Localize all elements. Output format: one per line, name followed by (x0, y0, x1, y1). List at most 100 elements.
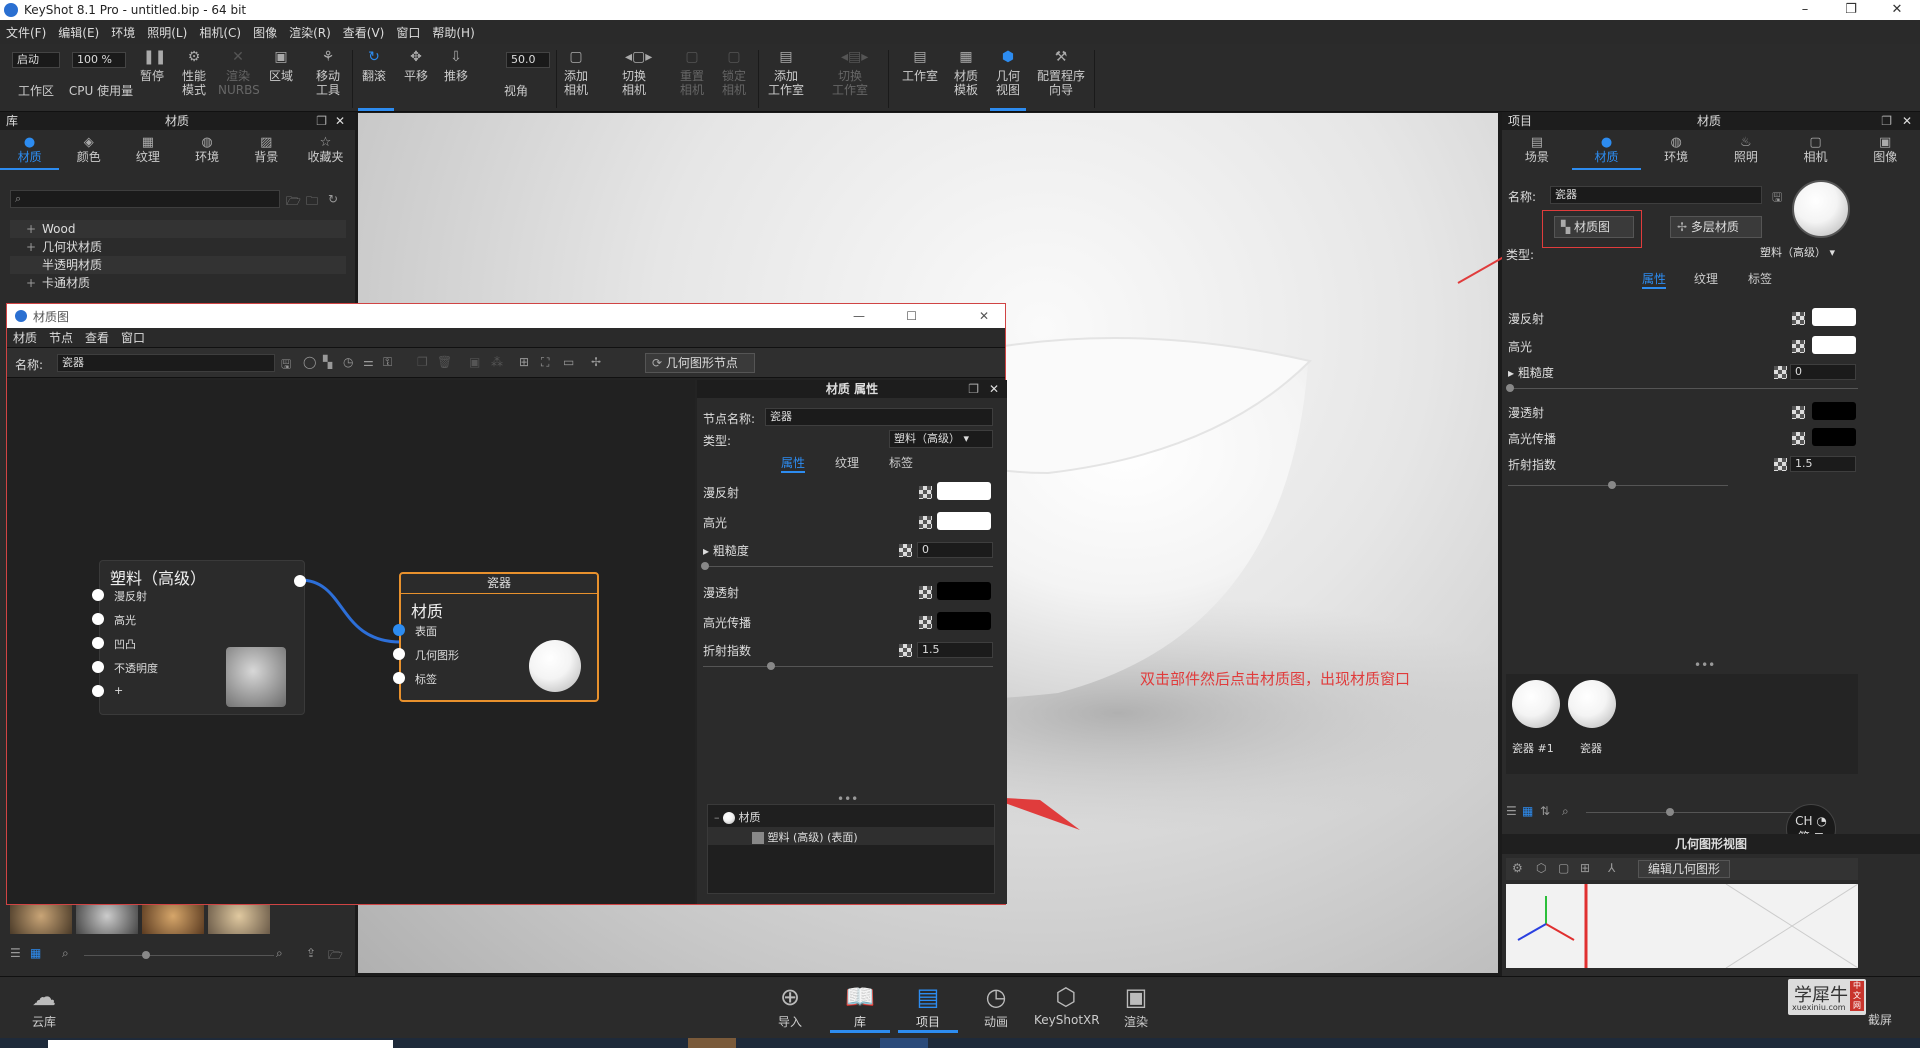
menu-window[interactable]: 窗口 (390, 24, 426, 41)
region-button[interactable]: ▣ 区域 (266, 48, 296, 83)
tree-item-toon[interactable]: + 卡通材质 (10, 274, 346, 292)
list-view-icon[interactable]: ☰ (1506, 804, 1517, 818)
menu-window[interactable]: 窗口 (115, 329, 151, 346)
thumb-size-knob[interactable] (1666, 808, 1674, 816)
save-icon[interactable]: 🖫 (1772, 188, 1782, 209)
texture-map-icon[interactable] (1792, 340, 1805, 353)
minimize-button[interactable]: — (853, 309, 865, 323)
add-camera-button[interactable]: ▢ 添加 相机 (560, 48, 592, 97)
close-button[interactable]: ✕ (979, 309, 989, 323)
axes-icon[interactable]: ⅄ (1608, 861, 1615, 875)
fit-icon[interactable]: ⛶ (541, 355, 549, 370)
switch-studio-button[interactable]: ◂▤▸ 切换 工作室 (828, 48, 872, 97)
actual-size-icon[interactable]: ▭ (563, 355, 574, 369)
specular-color-swatch[interactable] (1812, 336, 1856, 354)
material-thumb[interactable] (142, 904, 204, 934)
maximize-button[interactable]: ☐ (906, 309, 917, 323)
ungroup-icon[interactable]: ⁂ (491, 355, 503, 369)
menu-file[interactable]: 文件(F) (0, 24, 52, 41)
tab-colors[interactable]: ◈ 颜色 (59, 130, 118, 170)
close-panel-icon[interactable]: ✕ (989, 380, 999, 398)
fov-field[interactable]: 50.0 (506, 52, 550, 68)
material-name-input[interactable]: 瓷器 (1550, 186, 1762, 204)
menu-image[interactable]: 图像 (247, 24, 283, 41)
geometry-port[interactable] (393, 648, 405, 660)
specular-transmission-swatch[interactable] (1812, 428, 1856, 446)
refraction-index-field[interactable]: 1.5 (1790, 456, 1856, 472)
refraction-slider[interactable] (703, 666, 993, 667)
menu-node[interactable]: 节点 (43, 329, 79, 346)
tree-root[interactable]: – 材质 (714, 809, 761, 825)
node-name-input[interactable]: 瓷器 (765, 408, 993, 426)
plastic-advanced-node[interactable]: 塑料（高级） 漫反射 高光 凹凸 不透明度 + (92, 560, 306, 715)
diffuse-color-swatch[interactable] (1812, 308, 1856, 326)
material-output-node[interactable]: 瓷器 材质 表面 几何图形 标签 (393, 572, 599, 702)
diffuse-transmission-swatch[interactable] (937, 582, 991, 600)
label-port[interactable] (393, 672, 405, 684)
cube-icon[interactable]: ⬡ (1536, 861, 1546, 875)
lock-icon[interactable]: ⚿ (383, 355, 392, 370)
geometry-view-button[interactable]: ⬢ 几何 视图 (992, 48, 1024, 97)
type-select[interactable]: 塑料（高级） ▾ (1760, 244, 1856, 260)
add-studio-button[interactable]: ▤ 添加 工作室 (764, 48, 808, 97)
subtab-labels[interactable]: 标签 (889, 454, 913, 471)
tab-scene[interactable]: ▤ 场景 (1502, 130, 1572, 170)
texture-map-icon[interactable] (1792, 432, 1805, 445)
texture-map-icon[interactable] (919, 516, 932, 529)
float-panel-icon[interactable]: ❐ (968, 380, 979, 398)
diffuse-color-swatch[interactable] (937, 482, 991, 500)
roughness-knob[interactable] (701, 562, 709, 570)
dolly-button[interactable]: ⇩ 推移 (442, 48, 470, 83)
render-button[interactable]: ▣ 渲染 (1106, 983, 1166, 1030)
screenshot-button[interactable]: 截屏 (1850, 1011, 1910, 1031)
close-panel-icon[interactable]: ✕ (1902, 112, 1912, 130)
refraction-index-field[interactable]: 1.5 (917, 642, 993, 658)
specular-color-swatch[interactable] (937, 512, 991, 530)
roughness-slider[interactable] (1508, 388, 1858, 389)
pause-button[interactable]: ❚❚ 暂停 (138, 48, 166, 83)
menu-edit[interactable]: 编辑(E) (52, 24, 105, 41)
performance-mode-button[interactable]: ⚙ 性能 模式 (176, 48, 212, 97)
refraction-knob[interactable] (1608, 481, 1616, 489)
settings-icon[interactable]: ⚙ (1512, 861, 1523, 875)
texture-map-icon[interactable] (1774, 458, 1787, 471)
surface-port[interactable] (393, 624, 405, 636)
menu-render[interactable]: 渲染(R) (283, 24, 337, 41)
library-button[interactable]: 📖 库 (830, 983, 890, 1033)
pin-icon[interactable]: ✢ (591, 355, 601, 369)
import-button[interactable]: ⊕ 导入 (760, 983, 820, 1030)
menu-help[interactable]: 帮助(H) (426, 24, 480, 41)
tree-item-wood[interactable]: + Wood (10, 220, 346, 238)
taskbar-app[interactable] (880, 1038, 928, 1048)
group-icon[interactable]: ▣ (469, 355, 480, 369)
tumble-button[interactable]: ↻ 翻滚 (358, 48, 390, 83)
roughness-knob[interactable] (1506, 384, 1514, 392)
move-tool-button[interactable]: ⚘ 移动 工具 (312, 48, 344, 97)
roughness-slider[interactable] (703, 566, 993, 567)
tab-environment[interactable]: ◍ 环境 (1641, 130, 1711, 170)
texture-map-icon[interactable] (1792, 406, 1805, 419)
minimize-button[interactable]: – (1782, 0, 1828, 20)
tab-materials[interactable]: ● 材质 (0, 130, 60, 170)
roughness-field[interactable]: 0 (1790, 364, 1856, 380)
float-panel-icon[interactable]: ❐ (316, 112, 327, 130)
folder-icon[interactable]: 🗀 (306, 192, 318, 213)
texture-map-icon[interactable] (919, 486, 932, 499)
input-port[interactable] (92, 613, 104, 625)
close-button[interactable]: ✕ (1874, 0, 1920, 20)
input-port[interactable] (92, 661, 104, 673)
multilayer-material-button[interactable]: ✢ 多层材质 (1670, 216, 1762, 238)
texture-map-icon[interactable] (919, 616, 932, 629)
specular-transmission-swatch[interactable] (937, 612, 991, 630)
refresh-icon[interactable]: ↻ (328, 192, 338, 206)
pan-button[interactable]: ✥ 平移 (402, 48, 430, 83)
reset-camera-button[interactable]: ▢ 重置 相机 (676, 48, 708, 97)
configurator-wizard-button[interactable]: ⚒ 配置程序 向导 (1034, 48, 1088, 97)
frame-icon[interactable]: ⊞ (1580, 861, 1590, 875)
input-port[interactable] (92, 589, 104, 601)
material-graph-button[interactable]: ▚ 材质图 (1554, 216, 1634, 238)
roughness-field[interactable]: 0 (917, 542, 993, 558)
output-port[interactable] (294, 575, 306, 587)
tab-camera[interactable]: ▢ 相机 (1781, 130, 1851, 170)
taskbar-search[interactable] (48, 1040, 393, 1048)
